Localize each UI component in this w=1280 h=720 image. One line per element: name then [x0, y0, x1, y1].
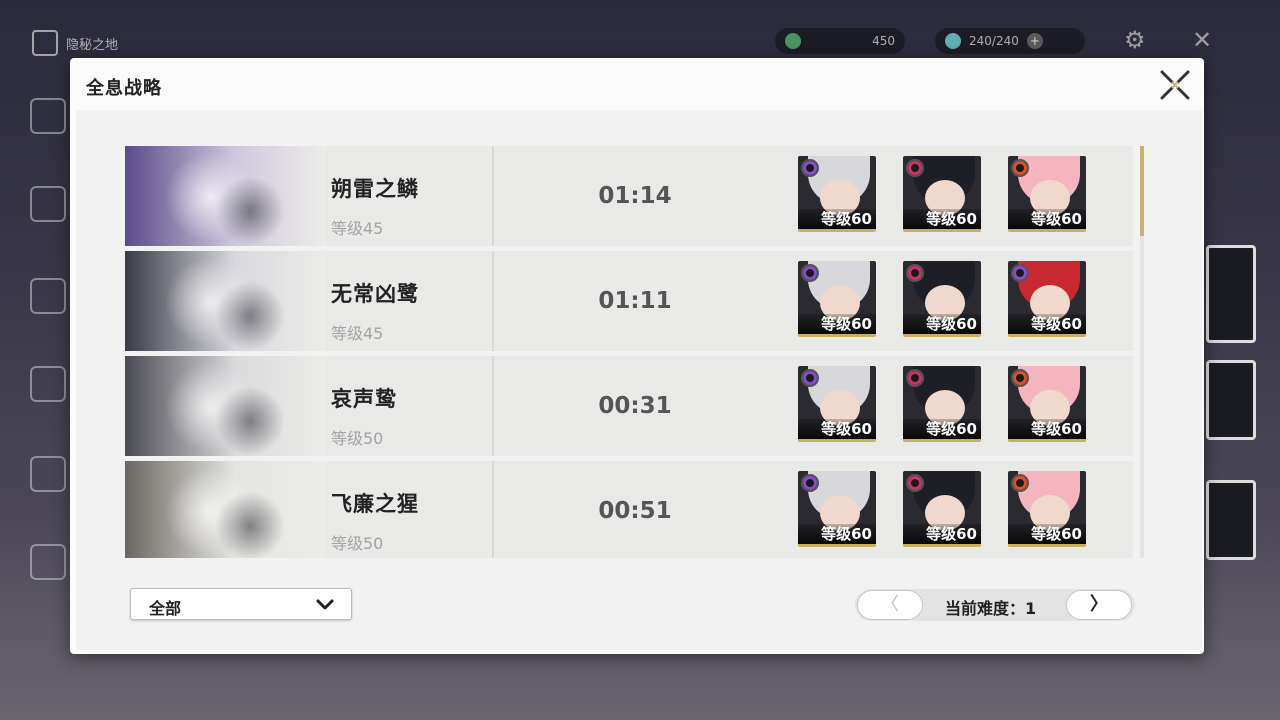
character-level: 等级60: [903, 419, 981, 439]
character-level: 等级60: [1008, 419, 1086, 439]
character-card[interactable]: 等级60: [798, 366, 876, 442]
row-divider: [492, 461, 494, 558]
boss-name: 飞廉之猩: [331, 492, 419, 516]
exit-icon[interactable]: ✕: [1192, 26, 1212, 54]
element-icon: [906, 369, 924, 387]
stamina-icon: [945, 33, 961, 49]
boss-portrait: [125, 356, 325, 456]
difficulty-pager: 〈 当前难度：1 〉: [855, 589, 1135, 621]
previous-difficulty-button[interactable]: 〈: [857, 590, 923, 620]
background-card-2: [1206, 360, 1256, 440]
character-level: 等级60: [798, 419, 876, 439]
character-level: 等级60: [903, 314, 981, 334]
resource-counter-2: 240/240 +: [935, 28, 1085, 54]
strategy-row[interactable]: 哀声鸷 等级50 00:31 等级60 等级60 等级60: [125, 356, 1133, 456]
character-level: 等级60: [1008, 209, 1086, 229]
next-difficulty-button[interactable]: 〉: [1066, 590, 1132, 620]
character-level: 等级60: [903, 209, 981, 229]
boss-portrait: [125, 251, 325, 351]
filter-dropdown[interactable]: 全部: [130, 588, 352, 620]
home-breadcrumb[interactable]: 隐秘之地: [32, 30, 118, 56]
row-divider: [492, 356, 494, 456]
home-icon: [32, 30, 58, 56]
currency-icon: [785, 33, 801, 49]
character-card[interactable]: 等级60: [798, 471, 876, 547]
side-menu-icon-1[interactable]: [30, 98, 66, 134]
character-card[interactable]: 等级60: [903, 261, 981, 337]
element-icon: [801, 159, 819, 177]
boss-level: 等级45: [331, 219, 384, 238]
character-card[interactable]: 等级60: [1008, 471, 1086, 547]
filter-selected-label: 全部: [149, 599, 182, 618]
element-icon: [906, 474, 924, 492]
clear-time: 00:51: [598, 498, 672, 524]
row-divider: [492, 251, 494, 351]
boss-level: 等级50: [331, 534, 384, 553]
resource-value-1: 450: [872, 34, 895, 48]
element-icon: [906, 159, 924, 177]
add-stamina-button[interactable]: +: [1026, 33, 1043, 49]
strategy-row[interactable]: 无常凶鹭 等级45 01:11 等级60 等级60 等级60: [125, 251, 1133, 351]
boss-portrait: [125, 146, 325, 246]
clear-time: 01:14: [598, 183, 672, 209]
side-menu-icon-6[interactable]: [30, 544, 66, 580]
chevron-down-icon: [316, 599, 334, 610]
side-menu-icon-4[interactable]: [30, 366, 66, 402]
clear-time: 00:31: [598, 393, 672, 419]
row-divider: [492, 146, 494, 246]
scrollbar-thumb[interactable]: [1140, 146, 1144, 236]
resource-value-2: 240/240: [969, 34, 1019, 48]
current-difficulty-label: 当前难度：1: [945, 599, 1037, 618]
character-card[interactable]: 等级60: [1008, 261, 1086, 337]
boss-level: 等级45: [331, 324, 384, 343]
background-card-3: [1206, 480, 1256, 560]
character-level: 等级60: [798, 314, 876, 334]
element-icon: [801, 474, 819, 492]
strategy-list[interactable]: 朔雷之鳞 等级45 01:14 等级60 等级60 等级60 无常凶鹭 等级45…: [125, 146, 1135, 558]
character-card[interactable]: 等级60: [903, 156, 981, 232]
element-icon: [1011, 474, 1029, 492]
side-menu-icon-2[interactable]: [30, 186, 66, 222]
boss-portrait: [125, 461, 325, 558]
character-card[interactable]: 等级60: [903, 366, 981, 442]
character-card[interactable]: 等级60: [1008, 366, 1086, 442]
element-icon: [1011, 264, 1029, 282]
element-icon: [906, 264, 924, 282]
close-icon: [1160, 70, 1190, 100]
strategy-row[interactable]: 朔雷之鳞 等级45 01:14 等级60 等级60 等级60: [125, 146, 1133, 246]
strategy-row[interactable]: 飞廉之猩 等级50 00:51 等级60 等级60 等级60: [125, 461, 1133, 558]
settings-icon[interactable]: ⚙: [1124, 26, 1146, 54]
character-level: 等级60: [1008, 524, 1086, 544]
element-icon: [801, 369, 819, 387]
character-card[interactable]: 等级60: [1008, 156, 1086, 232]
clear-time: 01:11: [598, 288, 672, 314]
character-level: 等级60: [798, 524, 876, 544]
close-button[interactable]: [1158, 68, 1192, 102]
character-card[interactable]: 等级60: [798, 156, 876, 232]
dialog-title: 全息战略: [86, 78, 162, 99]
side-menu-icon-5[interactable]: [30, 456, 66, 492]
boss-name: 朔雷之鳞: [331, 177, 419, 201]
background-card-1: [1206, 245, 1256, 343]
boss-name: 无常凶鹭: [331, 282, 419, 306]
boss-name: 哀声鸷: [331, 387, 397, 411]
side-menu-icon-3[interactable]: [30, 278, 66, 314]
boss-level: 等级50: [331, 429, 384, 448]
resource-counter-1: 450: [775, 28, 905, 54]
holographic-strategy-dialog: 全息战略 朔雷之鳞 等级45 01:14 等级60 等级60 等级60 无常凶鹭…: [70, 58, 1204, 654]
element-icon: [1011, 159, 1029, 177]
home-label: 隐秘之地: [66, 37, 119, 53]
element-icon: [801, 264, 819, 282]
background-top-bar: 隐秘之地 450 240/240 + ⚙ ✕: [0, 0, 1280, 60]
character-level: 等级60: [1008, 314, 1086, 334]
character-level: 等级60: [798, 209, 876, 229]
character-level: 等级60: [903, 524, 981, 544]
scrollbar[interactable]: [1140, 146, 1144, 558]
element-icon: [1011, 369, 1029, 387]
character-card[interactable]: 等级60: [798, 261, 876, 337]
character-card[interactable]: 等级60: [903, 471, 981, 547]
